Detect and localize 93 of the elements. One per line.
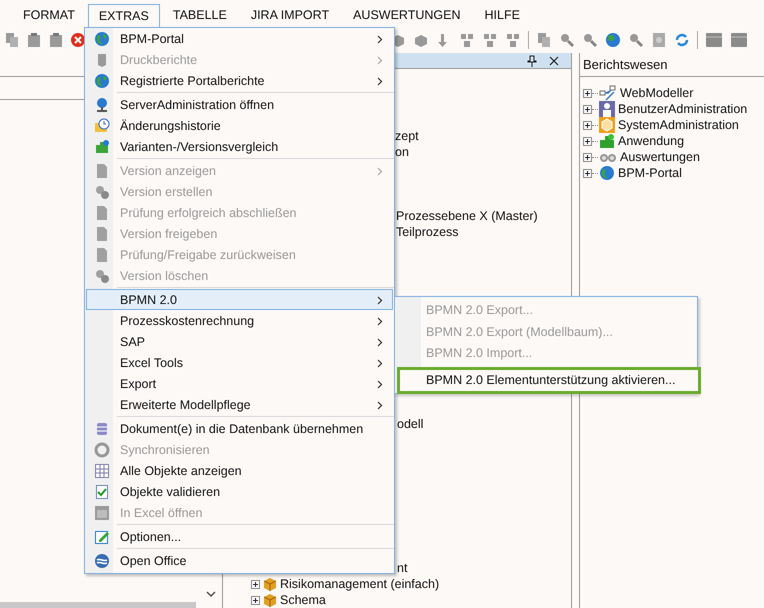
cube-icon [264,578,276,590]
pencil-icon [94,528,110,544]
globe-icon [599,165,615,181]
expand-icon[interactable] [583,168,592,178]
gears-icon [94,268,110,284]
office-icon [94,552,110,568]
expand-icon[interactable] [583,88,592,98]
globe-icon [94,30,110,46]
tree-item[interactable]: Auswertungen [620,150,700,164]
tree-item[interactable]: odell [397,416,424,432]
block-icon[interactable] [413,32,429,48]
tree-item[interactable]: on [395,144,409,160]
magnifier-icon[interactable] [628,32,644,48]
document-icon [94,204,110,220]
globe-icon[interactable] [605,32,621,48]
database-icon [94,420,110,436]
history-icon [94,118,110,134]
menu-item[interactable]: Alle Objekte anzeigen [86,460,393,481]
expand-icon[interactable] [251,580,260,588]
menu-item[interactable]: TABELLE [162,4,238,26]
menu-item[interactable]: ServerAdministration öffnen [86,94,393,115]
gears-icon [94,184,110,200]
diagram-icon [599,85,617,101]
copy-icon[interactable] [4,32,20,48]
refresh-icon[interactable] [674,32,690,48]
menu-item[interactable]: Excel Tools [86,352,393,373]
user-icon [599,101,615,117]
menu-item[interactable]: Registrierte Portalberichte [86,70,393,91]
puzzle-icon [94,138,110,154]
menu-item[interactable]: BPMN 2.0 Elementunterstützung aktivieren... [397,366,701,394]
clipboard-icon[interactable] [48,32,64,48]
expand-icon[interactable] [583,120,592,130]
menu-item[interactable]: HILFE [474,4,531,26]
puzzle-icon [599,133,615,149]
tree-item[interactable]: Prozessebene X (Master) [396,208,538,224]
menu-item[interactable]: JIRA IMPORT [240,4,340,26]
globe-icon [94,72,110,88]
tree-item[interactable]: Risikomanagement (einfach) [280,576,440,592]
pin-icon[interactable] [527,54,537,66]
clipboard-icon[interactable] [26,32,42,48]
expand-icon[interactable] [583,136,592,146]
panel-icon[interactable] [705,32,723,48]
tree-item[interactable]: WebModeller [620,86,694,100]
magnifier-icon[interactable] [582,32,598,48]
tree-item[interactable]: BenutzerAdministration [618,102,748,116]
tree-item[interactable]: SystemAdministration [618,118,739,132]
network-icon[interactable] [505,32,521,48]
cube-icon [264,594,276,606]
expand-icon[interactable] [583,152,592,162]
close-icon[interactable] [549,56,559,66]
checkmark-icon [94,484,110,500]
sync-icon [94,442,110,458]
menu-item[interactable]: Änderungshistorie [86,115,393,136]
expand-icon[interactable] [583,104,592,114]
tree-item[interactable]: BPM-Portal [618,166,682,180]
copy-icon[interactable] [536,32,552,48]
document-icon [94,226,110,242]
tree-item[interactable]: Anwendung [618,134,684,148]
chevron-down-icon[interactable] [206,590,216,598]
network-icon[interactable] [482,32,498,48]
menu-item[interactable]: EXTRAS [88,4,160,27]
tree-item[interactable]: Teilprozess [396,224,459,240]
stop-icon[interactable] [70,32,86,48]
menu-item[interactable]: Objekte validieren [86,481,393,502]
cube-icon [599,117,615,133]
panel-title: Berichtswesen [580,53,764,77]
server-icon [94,96,110,112]
menu-item[interactable]: BPM-Portal [86,28,393,49]
document-icon [94,246,110,262]
menu-item[interactable]: Dokument(e) in die Datenbank übernehmen [86,418,393,439]
menu-item[interactable]: Optionen... [86,526,393,547]
document-icon [94,162,110,178]
tree-item[interactable]: nt [397,560,408,576]
network-icon[interactable] [459,32,475,48]
panel-icon[interactable] [730,32,748,48]
binoculars-icon [599,151,617,163]
menu-item[interactable]: Erweiterte Modellpflege [86,394,393,415]
tree-item[interactable]: zept [395,128,419,144]
menu-item[interactable]: Prozesskostenrechnung [86,310,393,331]
grid-icon [94,462,110,478]
menu-item[interactable]: BPMN 2.0 [86,289,393,310]
expand-icon[interactable] [251,596,260,604]
table-icon [94,504,110,520]
menu-item[interactable]: AUSWERTUNGEN [342,4,472,26]
menu-item[interactable]: SAP [86,331,393,352]
menu-item[interactable]: Varianten-/Versionsvergleich [86,136,393,157]
menu-item[interactable]: FORMAT [12,4,86,26]
magnifier-icon[interactable] [559,32,575,48]
scrollbar[interactable] [0,602,196,608]
tree-item[interactable]: Schema [280,592,326,608]
menu-item[interactable]: Open Office [86,550,393,571]
page-icon[interactable] [651,32,667,48]
menu-item[interactable]: Export [86,373,393,394]
